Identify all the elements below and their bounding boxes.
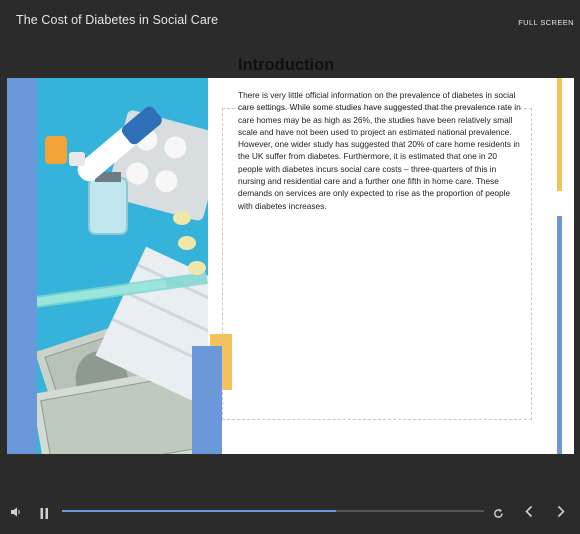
medical-supplies-image: 100 xyxy=(7,78,208,454)
decorative-stripe-left xyxy=(7,78,37,454)
decorative-bar-yellow-right xyxy=(557,78,562,191)
fullscreen-button[interactable]: FULL SCREEN xyxy=(518,18,574,27)
speaker-icon[interactable] xyxy=(10,505,22,523)
slide-photo: 100 xyxy=(7,78,208,454)
decorative-bar-blue-right xyxy=(557,216,562,454)
progress-fill xyxy=(62,510,337,512)
chevron-right-icon[interactable] xyxy=(556,505,566,523)
replay-icon[interactable] xyxy=(493,506,504,524)
slide-body-text: There is very little official informatio… xyxy=(238,90,521,211)
pause-icon[interactable] xyxy=(40,506,49,524)
decorative-block-blue xyxy=(192,346,222,454)
top-bar: The Cost of Diabetes in Social Care FULL… xyxy=(0,0,580,42)
course-title: The Cost of Diabetes in Social Care xyxy=(16,13,219,27)
chevron-left-icon[interactable] xyxy=(524,505,534,523)
slide-heading: Introduction xyxy=(238,56,335,74)
progress-bar[interactable] xyxy=(62,510,484,512)
